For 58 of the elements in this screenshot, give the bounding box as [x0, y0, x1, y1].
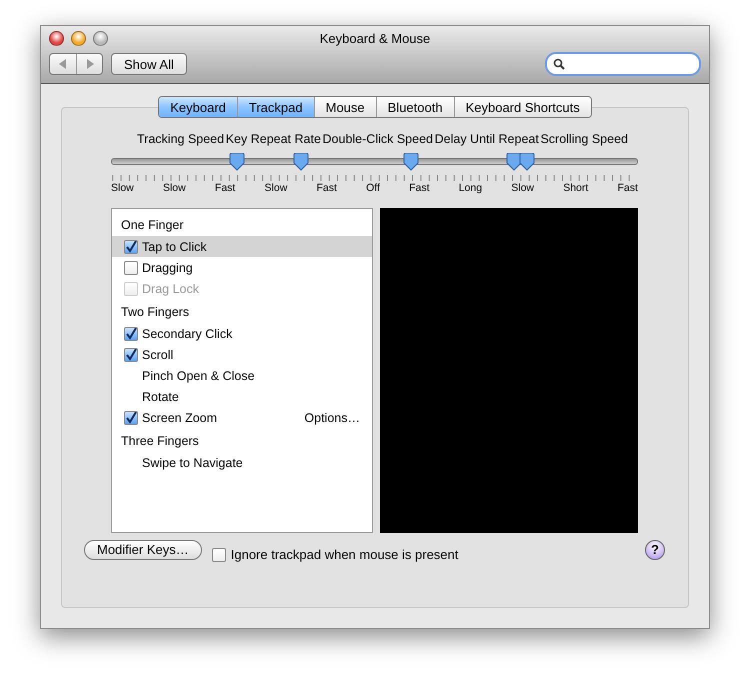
- tab[interactable]: Bluetooth: [376, 97, 454, 117]
- help-button[interactable]: ?: [645, 540, 665, 560]
- checkbox[interactable]: [124, 240, 138, 254]
- selected-row[interactable]: Tap to Click: [112, 236, 372, 257]
- tab[interactable]: Keyboard: [159, 97, 237, 117]
- gesture-label: Drag Lock: [142, 282, 199, 296]
- search-field[interactable]: [545, 52, 701, 76]
- tab[interactable]: Mouse: [314, 97, 376, 117]
- slider-title: Key Repeat Rate: [226, 132, 321, 146]
- tick-label: Short: [563, 182, 588, 194]
- left-arrow-icon: [59, 59, 67, 69]
- gesture-label: Tap to Click: [142, 240, 207, 254]
- window-title: Keyboard & Mouse: [318, 30, 432, 46]
- gesture-label: Dragging: [142, 260, 193, 274]
- modifier-keys-button[interactable]: Modifier Keys…: [84, 540, 202, 560]
- slider-title: Tracking Speed: [137, 132, 224, 146]
- checkbox[interactable]: [212, 548, 226, 562]
- minimize-icon[interactable]: [71, 30, 86, 46]
- tick-label: Slow: [111, 182, 134, 194]
- slider-title: Scrolling Speed: [540, 132, 628, 146]
- gesture-label: Secondary Click: [142, 326, 232, 340]
- tick-label: Slow: [264, 182, 288, 194]
- tick-label: Slow: [162, 182, 186, 194]
- slider-thumb[interactable]: [519, 153, 536, 171]
- checkbox-label: Ignore trackpad when mouse is present: [230, 547, 458, 562]
- tick-label: Fast: [617, 182, 638, 194]
- group-heading: Two Fingers: [120, 304, 190, 321]
- close-icon[interactable]: [49, 30, 64, 46]
- gesture-label: Rotate: [142, 390, 179, 404]
- search-icon: [553, 58, 565, 70]
- tab[interactable]: Trackpad: [236, 97, 314, 117]
- gesture-label: Pinch Open & Close: [142, 368, 255, 382]
- show-all-button[interactable]: Show All: [111, 53, 187, 75]
- tab[interactable]: Keyboard Shortcuts: [454, 97, 591, 117]
- slider-thumb[interactable]: [292, 153, 309, 171]
- options-button[interactable]: Options…: [304, 410, 360, 424]
- slider-title: Double-Click Speed: [322, 132, 433, 146]
- zoom-icon[interactable]: [93, 30, 108, 46]
- gesture-label: Swipe to Navigate: [142, 456, 243, 470]
- tick-label: Fast: [214, 182, 236, 194]
- gesture-label: Screen Zoom: [142, 410, 218, 424]
- checkbox[interactable]: [124, 348, 138, 362]
- tick-label: Fast: [316, 182, 337, 194]
- tick-label: Long: [458, 182, 482, 194]
- group-heading: One Finger: [120, 217, 185, 234]
- group-heading: Three Fingers: [120, 433, 200, 450]
- slider-thumb[interactable]: [229, 153, 246, 171]
- checkbox[interactable]: [124, 326, 138, 340]
- checkbox[interactable]: [124, 260, 138, 274]
- gesture-label: Scroll: [142, 348, 174, 362]
- slider-thumb[interactable]: [506, 153, 522, 171]
- checkbox[interactable]: [124, 410, 138, 424]
- right-arrow-icon: [86, 59, 94, 69]
- tick-label: Off: [366, 182, 380, 194]
- tick-label: Slow: [511, 182, 534, 194]
- slider-thumb[interactable]: [403, 153, 420, 171]
- slider-title: Delay Until Repeat: [434, 132, 539, 146]
- tick-label: Fast: [409, 182, 430, 194]
